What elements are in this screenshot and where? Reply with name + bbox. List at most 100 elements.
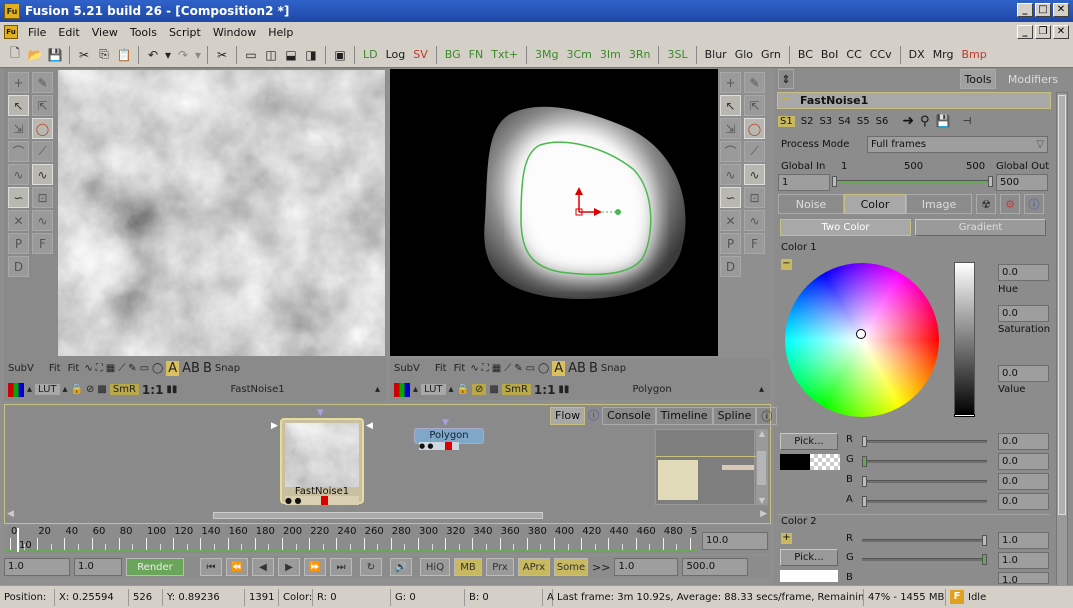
channel-b-handle[interactable] bbox=[862, 476, 867, 487]
color2-r-handle[interactable] bbox=[982, 535, 987, 546]
node-fastnoise1[interactable]: FastNoise1 bbox=[280, 418, 364, 504]
tool-boi[interactable]: BoI bbox=[818, 48, 842, 61]
left-viewer-image[interactable] bbox=[58, 70, 385, 356]
tool-header[interactable]: ━ FastNoise1 bbox=[777, 92, 1051, 109]
view-a-button-right[interactable]: A bbox=[552, 361, 566, 376]
line-icon[interactable]: ⟋ bbox=[32, 141, 53, 162]
pencil-icon[interactable]: ✎ bbox=[32, 72, 53, 93]
lasso-icon[interactable]: ⊡ bbox=[32, 187, 53, 208]
global-range-slider[interactable] bbox=[832, 176, 993, 187]
tab-spline[interactable]: Spline bbox=[712, 407, 757, 425]
undo-icon[interactable]: ↶ bbox=[144, 46, 162, 64]
bezier-icon[interactable]: ∿ bbox=[32, 164, 53, 185]
minimize-button[interactable]: _ bbox=[1017, 3, 1033, 17]
save-preset-icon[interactable]: 💾 bbox=[936, 114, 951, 128]
spline-edit-icon-right[interactable]: ∿ bbox=[720, 164, 741, 185]
some-button[interactable]: Some bbox=[554, 558, 588, 576]
channel-b-field[interactable]: 0.0 bbox=[998, 473, 1049, 490]
time-ruler[interactable]: 0 20 40 60 80 100 120 140 160 180 200 220 240 260 280 3… bbox=[4, 526, 770, 554]
brush-icon[interactable]: ⟋ bbox=[118, 363, 125, 374]
gradient-button[interactable]: Gradient bbox=[915, 219, 1046, 236]
lut-dropdown-icon-right[interactable]: ▴ bbox=[449, 384, 454, 395]
range-end-handle[interactable] bbox=[988, 176, 993, 187]
channel-r-slider[interactable] bbox=[862, 436, 987, 447]
delete-icon[interactable]: ✂ bbox=[213, 46, 231, 64]
channel-a-field[interactable]: 0.0 bbox=[998, 493, 1049, 510]
color2-g-handle[interactable] bbox=[982, 554, 987, 565]
prx-button[interactable]: Prx bbox=[486, 558, 514, 576]
menu-window[interactable]: Window bbox=[207, 26, 262, 39]
flow-vscroll[interactable]: ▲ ▼ bbox=[756, 429, 768, 505]
open-icon[interactable]: 📂 bbox=[26, 46, 44, 64]
wave-icon-right[interactable]: ∿ bbox=[744, 210, 765, 231]
snap-button[interactable]: Snap bbox=[215, 363, 240, 374]
color2-r-slider[interactable] bbox=[862, 535, 987, 546]
flow-hscroll-right-icon[interactable]: ▶ bbox=[760, 509, 767, 519]
global-end-field[interactable]: 500.0 bbox=[682, 558, 749, 576]
smooth-curve-icon[interactable]: ∽ bbox=[8, 187, 29, 208]
cross-icon-right[interactable]: ✕ bbox=[720, 210, 741, 231]
f-icon[interactable]: F bbox=[32, 233, 53, 254]
tool-3rn[interactable]: 3Rn bbox=[626, 48, 654, 61]
subview-button[interactable]: SubV bbox=[8, 363, 34, 374]
slot-s5[interactable]: S5 bbox=[857, 116, 870, 127]
render-start-field[interactable]: 1.0 bbox=[4, 558, 70, 576]
channel-dropdown-icon-right[interactable]: ▴ bbox=[413, 384, 418, 395]
color2-swatch[interactable] bbox=[780, 570, 838, 582]
tool-mrg[interactable]: Mrg bbox=[930, 48, 957, 61]
flow-editor[interactable]: Flow ⓘ Console Timeline Spline ⓘ FastNoi… bbox=[4, 404, 778, 524]
settings-gear-icon[interactable]: ⚙ bbox=[1000, 194, 1020, 214]
global-in-field[interactable]: 1 bbox=[778, 174, 830, 191]
output-port-icon[interactable] bbox=[321, 496, 328, 505]
tab-tools[interactable]: Tools bbox=[960, 69, 996, 89]
levels-icon[interactable]: ▮▮ bbox=[166, 384, 177, 395]
two-color-button[interactable]: Two Color bbox=[780, 219, 911, 236]
eyedrop-icon-right[interactable]: ✎ bbox=[514, 363, 522, 374]
checkerboard-icon-right[interactable]: ▩ bbox=[489, 384, 498, 395]
insert-point-icon-right[interactable]: ⇲ bbox=[720, 118, 741, 139]
color2-b-field[interactable]: 1.0 bbox=[998, 572, 1049, 584]
d-icon-right[interactable]: D bbox=[720, 256, 741, 277]
lut-dropdown-icon[interactable]: ▴ bbox=[63, 384, 68, 395]
fit-button-right[interactable]: Fit bbox=[433, 363, 449, 374]
lut-button-right[interactable]: LUT bbox=[421, 384, 446, 395]
node-input-right-icon[interactable]: ◀ bbox=[366, 421, 373, 431]
more-button[interactable]: >> bbox=[592, 561, 610, 574]
channel-r-field[interactable]: 0.0 bbox=[998, 433, 1049, 450]
render-button[interactable]: Render bbox=[126, 558, 184, 576]
tool-fn[interactable]: FN bbox=[466, 48, 487, 61]
fit-button-2[interactable]: Fit bbox=[66, 363, 82, 374]
channel-a-slider[interactable] bbox=[862, 496, 987, 507]
tool-glo[interactable]: Glo bbox=[732, 48, 756, 61]
save-icon[interactable]: 💾 bbox=[46, 46, 64, 64]
channels-icon-right[interactable] bbox=[394, 382, 410, 397]
pick-color2-button[interactable]: Pick... bbox=[780, 549, 838, 566]
smr-button[interactable]: SmR bbox=[109, 384, 139, 395]
close-button[interactable]: ✕ bbox=[1053, 3, 1069, 17]
flow-vscroll-thumb[interactable] bbox=[757, 451, 766, 485]
layout-split-icon[interactable]: ◫ bbox=[262, 46, 280, 64]
point-select-icon[interactable]: ⇱ bbox=[32, 95, 53, 116]
lock-icon-right[interactable]: 🔒 bbox=[457, 384, 469, 395]
tool-bmp[interactable]: Bmp bbox=[959, 48, 990, 61]
tool-3cm[interactable]: 3Cm bbox=[563, 48, 594, 61]
guide-icon[interactable]: ⛶ bbox=[96, 363, 103, 374]
tool-sv[interactable]: SV bbox=[410, 48, 431, 61]
circle-icon-right[interactable]: ◯ bbox=[744, 118, 765, 139]
f-icon-right[interactable]: F bbox=[744, 233, 765, 254]
layout-single-icon[interactable]: ▭ bbox=[242, 46, 260, 64]
pick-color1-button[interactable]: Pick... bbox=[780, 433, 838, 450]
paste-icon[interactable]: 📋 bbox=[115, 46, 133, 64]
guide-icon-right[interactable]: ⛶ bbox=[482, 363, 489, 374]
view-ab-button[interactable]: AB bbox=[182, 361, 200, 376]
flow-navigator[interactable] bbox=[655, 429, 756, 505]
panel-scroll-icon[interactable]: ⇕ bbox=[778, 69, 794, 89]
node-input-left-icon[interactable]: ▶ bbox=[271, 421, 278, 431]
scale-button[interactable]: 1:1 bbox=[142, 383, 164, 397]
color2-g-slider[interactable] bbox=[862, 554, 987, 565]
process-mode-select[interactable]: Full frames ▽ bbox=[867, 136, 1048, 153]
goto-end-icon[interactable]: ⏭ bbox=[330, 558, 352, 576]
channel-r-handle[interactable] bbox=[862, 436, 867, 447]
insert-point-icon[interactable]: ⇲ bbox=[8, 118, 29, 139]
maximize-button[interactable]: □ bbox=[1035, 3, 1051, 17]
